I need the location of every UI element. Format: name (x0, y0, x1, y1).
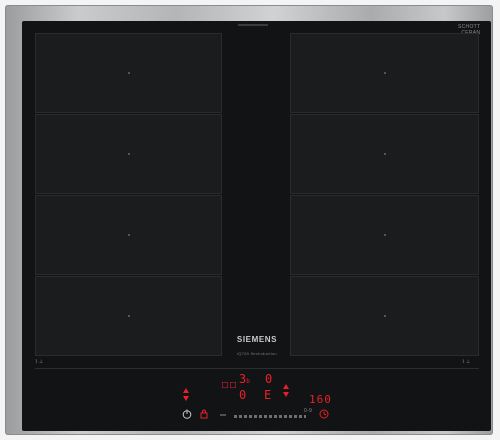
left-zone-indicator: ⌇ ⊥ (35, 359, 44, 365)
arrow-up-icon (183, 387, 189, 393)
cooking-zone-right-1[interactable] (290, 33, 479, 113)
cooking-zone-right-2[interactable] (290, 114, 479, 194)
arrow-down-icon (183, 395, 189, 401)
arrow-up-icon (283, 383, 289, 389)
arrow-up-right-icon[interactable] (282, 383, 290, 389)
power-button[interactable] (181, 408, 193, 420)
zone-marker (127, 153, 130, 155)
cooking-zone-right-3[interactable] (290, 195, 479, 275)
cooking-zone-right-4[interactable] (290, 276, 479, 356)
timer-display: 160 (309, 393, 332, 406)
zone-marker (383, 72, 386, 74)
cooktop-frame: SCHOTT CERAN ⌇ ⊥ ⌇ ⊥ SIEMENS iQ700 flexI… (5, 5, 493, 435)
separator-line (35, 368, 479, 369)
zone-select-left-a[interactable] (221, 381, 228, 389)
cooktop-glass: SCHOTT CERAN ⌇ ⊥ ⌇ ⊥ SIEMENS iQ700 flexI… (22, 21, 491, 431)
lock-button[interactable] (198, 408, 210, 420)
zone-marker (383, 234, 386, 236)
lock-icon (200, 409, 208, 419)
brand-series: iQ700 flexInduction (237, 351, 277, 356)
zone-marker (127, 315, 130, 317)
slider-minus[interactable] (218, 411, 228, 419)
top-marker (238, 24, 268, 26)
clock-icon (319, 409, 329, 419)
arrow-down-icon[interactable] (182, 395, 190, 401)
cooking-zone-left-4[interactable] (35, 276, 222, 356)
zone-select-icon (229, 382, 236, 388)
arrow-up-icon[interactable] (182, 387, 190, 393)
arrow-down-right-icon[interactable] (282, 391, 290, 397)
timer-button[interactable] (318, 408, 330, 420)
power-level-sub: b (246, 378, 250, 385)
cooking-zone-left-1[interactable] (35, 33, 222, 113)
minus-icon (220, 414, 226, 416)
zone-marker (383, 153, 386, 155)
third-level-display: 0 (239, 388, 247, 402)
power-icon (182, 409, 192, 419)
arrow-down-icon (283, 391, 289, 397)
slider-label: 0-9 (304, 408, 313, 414)
power-level-display: 3b (239, 372, 250, 386)
second-level-display: 0 (265, 372, 273, 386)
right-zone-indicator: ⌇ ⊥ (462, 359, 471, 365)
zone-select-icon (221, 382, 228, 388)
brand-logo: SIEMENS (236, 335, 278, 344)
zone-select-left-b[interactable] (229, 381, 236, 389)
zone-marker (127, 234, 130, 236)
zone-marker (127, 72, 130, 74)
cooking-zone-left-3[interactable] (35, 195, 222, 275)
zone-marker (383, 315, 386, 317)
fourth-level-display: E (264, 388, 272, 402)
cooking-zone-left-2[interactable] (35, 114, 222, 194)
power-slider[interactable] (234, 415, 306, 418)
